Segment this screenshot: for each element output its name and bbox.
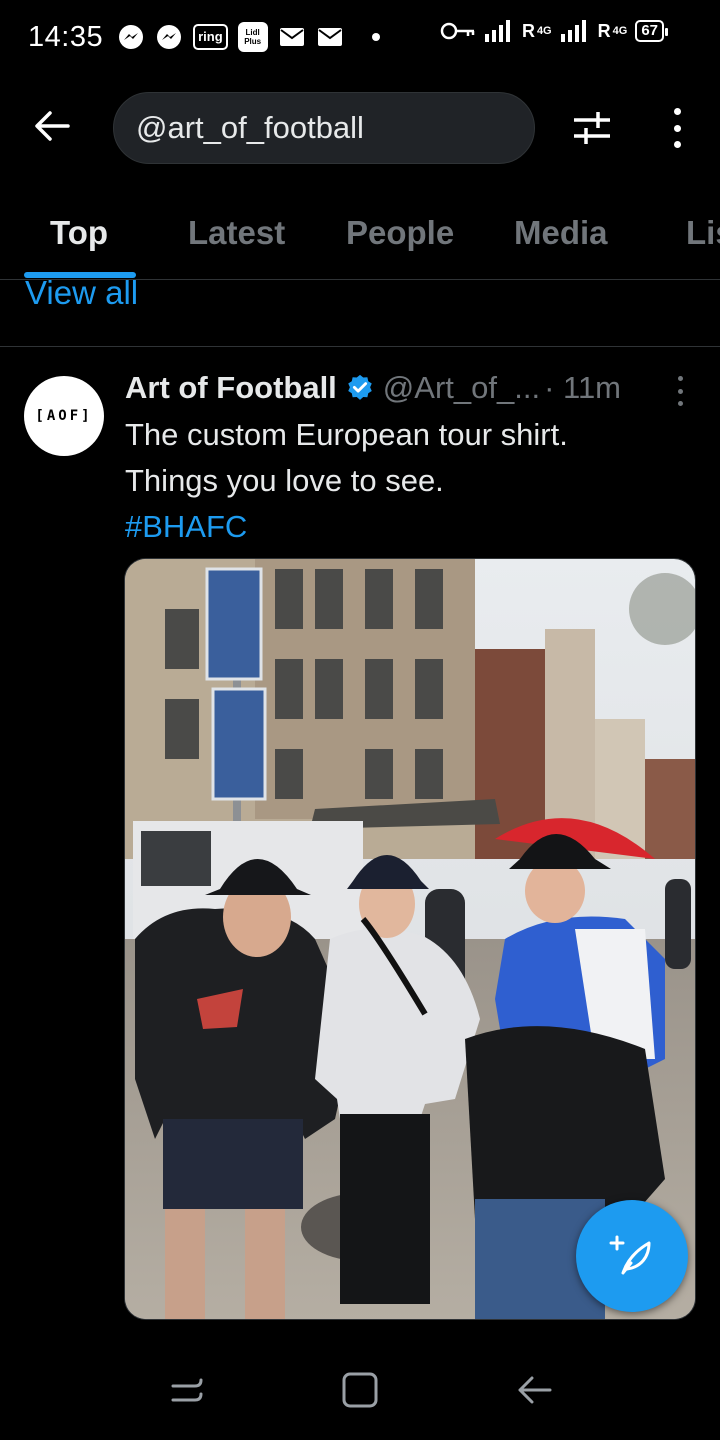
compose-feather-icon: [609, 1235, 651, 1275]
more-notifications-dot: [371, 33, 380, 41]
back-icon[interactable]: [512, 1370, 560, 1414]
mail-icon: [278, 23, 306, 51]
recents-icon[interactable]: [165, 1370, 213, 1414]
tweet-author[interactable]: Art of Football: [125, 370, 337, 406]
tweet-more-icon[interactable]: [672, 376, 688, 406]
ring-icon: ring: [193, 24, 228, 50]
tweet-text-line: Things you love to see.: [125, 463, 444, 498]
verified-badge-icon: [348, 374, 372, 400]
tab-people[interactable]: People: [346, 214, 454, 252]
tab-top[interactable]: Top: [50, 214, 108, 252]
mail-icon: [316, 23, 344, 51]
tweet-handle[interactable]: @Art_of_...: [383, 370, 540, 406]
hashtag-link[interactable]: #BHAFC: [125, 504, 685, 550]
signal-icon: [560, 20, 586, 42]
lidl-label-top: Lidl: [245, 28, 260, 37]
view-all-link[interactable]: View all: [25, 274, 138, 312]
system-nav-bar: [0, 1340, 720, 1440]
search-header: @art_of_football: [0, 92, 720, 164]
network-roaming-2: R: [597, 20, 611, 41]
lidl-label-bottom: Plus: [244, 37, 262, 46]
divider: [0, 346, 720, 347]
signal-icon: [484, 20, 510, 42]
tab-lists[interactable]: Lists: [686, 214, 720, 252]
lidl-plus-icon: Lidl Plus: [237, 22, 268, 52]
messenger-icon: [117, 23, 145, 51]
search-query: @art_of_football: [136, 110, 364, 145]
more-options-icon[interactable]: [660, 108, 694, 148]
back-arrow-icon[interactable]: [32, 106, 80, 150]
tab-media[interactable]: Media: [514, 214, 608, 252]
tweet-text: The custom European tour shirt. Things y…: [125, 412, 685, 550]
key-icon: [440, 22, 475, 40]
sliders-icon: [574, 112, 610, 144]
network-roaming-1: R: [521, 20, 535, 41]
battery-icon: 67: [635, 20, 668, 42]
search-filter-button[interactable]: [570, 108, 614, 148]
tab-latest[interactable]: Latest: [188, 214, 285, 252]
search-tabs: Top Latest People Media Lists: [0, 200, 720, 280]
notification-icons: ring Lidl Plus: [117, 22, 380, 52]
status-time: 14:35: [28, 20, 104, 53]
tweet-text-line: The custom European tour shirt.: [125, 417, 568, 452]
system-icons: R 4G R 4G 67: [440, 20, 668, 42]
network-type-2: 4G: [612, 25, 628, 37]
tweet-header: Art of Football @Art_of_... · 11m: [125, 368, 621, 408]
tweet-timestamp[interactable]: · 11m: [544, 370, 621, 406]
status-bar: 14:35 ring Lidl Plus R 4G R 4G 67: [0, 0, 720, 74]
avatar[interactable]: [AOF]: [24, 376, 104, 456]
network-type-1: 4G: [536, 25, 552, 37]
compose-button[interactable]: [576, 1200, 688, 1312]
messenger-icon: [155, 23, 183, 51]
search-input[interactable]: @art_of_football: [113, 92, 535, 164]
home-icon[interactable]: [340, 1370, 388, 1414]
